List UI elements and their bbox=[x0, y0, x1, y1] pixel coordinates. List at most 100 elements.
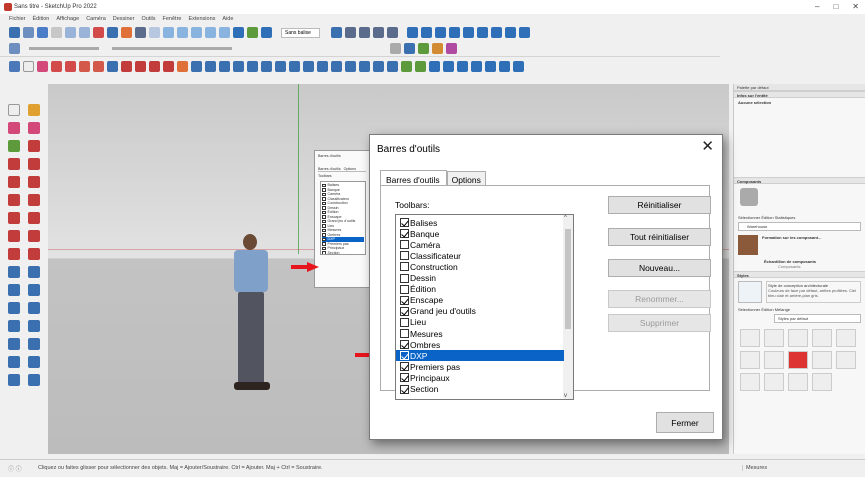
warehouse-icon[interactable] bbox=[344, 27, 356, 38]
reset-all-button[interactable]: Tout réinitialiser bbox=[608, 228, 711, 246]
minimize-button[interactable]: – bbox=[815, 2, 819, 11]
section-tool-left-icon[interactable] bbox=[8, 374, 20, 386]
scale-figure[interactable] bbox=[228, 234, 276, 394]
toolbar-item[interactable]: Principaux bbox=[400, 372, 450, 383]
shadow-date-slider[interactable] bbox=[112, 47, 232, 50]
menu-edition[interactable]: Édition bbox=[33, 16, 50, 22]
zoom-tool-left-icon[interactable] bbox=[8, 338, 20, 350]
xray-icon[interactable] bbox=[233, 27, 244, 38]
3dtext-tool-icon[interactable] bbox=[28, 302, 40, 314]
menu-aide[interactable]: Aide bbox=[222, 16, 233, 22]
select-tool-icon[interactable] bbox=[8, 104, 20, 116]
styles-tabs[interactable]: Sélectionner Édition Mélange bbox=[734, 306, 865, 313]
monochrome-icon[interactable] bbox=[261, 27, 272, 38]
arc-icon[interactable] bbox=[79, 61, 90, 72]
menu-fichier[interactable]: Fichier bbox=[9, 16, 26, 22]
front-view-icon[interactable] bbox=[191, 27, 202, 38]
rectangle-icon[interactable] bbox=[93, 61, 104, 72]
sandbox-icon[interactable] bbox=[462, 27, 474, 38]
components-search[interactable]: Warehouse bbox=[738, 222, 861, 231]
redo-icon[interactable] bbox=[121, 27, 132, 38]
house-icon[interactable] bbox=[386, 27, 398, 38]
tape-measure-icon[interactable] bbox=[191, 61, 202, 72]
zoom-icon[interactable] bbox=[9, 61, 20, 72]
component-item[interactable]: Formation sur les composant... bbox=[734, 232, 865, 258]
enscape-video-icon[interactable] bbox=[443, 61, 454, 72]
style-swatch[interactable] bbox=[740, 329, 760, 347]
cut-icon[interactable] bbox=[51, 27, 62, 38]
enscape-export-icon[interactable] bbox=[471, 61, 482, 72]
help-icon[interactable]: ⓘ ⓘ bbox=[8, 464, 22, 473]
pushpull-tool-icon[interactable] bbox=[28, 212, 40, 224]
protractor-icon[interactable] bbox=[219, 61, 230, 72]
enscape-sync-icon[interactable] bbox=[432, 43, 443, 54]
toolbar-item[interactable]: Classificateur bbox=[400, 250, 461, 261]
orbit-tool-left-icon[interactable] bbox=[8, 320, 20, 332]
toolbar-item[interactable]: Dessin bbox=[400, 273, 436, 284]
circle-tool-icon[interactable] bbox=[8, 176, 20, 188]
eraser-icon[interactable] bbox=[37, 61, 48, 72]
style-swatch[interactable] bbox=[836, 329, 856, 347]
rotated-rect-tool-icon[interactable] bbox=[28, 158, 40, 170]
new-file-icon[interactable] bbox=[23, 27, 34, 38]
toolbar-item-checkbox[interactable] bbox=[400, 317, 409, 327]
enscape-live-icon[interactable] bbox=[415, 61, 426, 72]
style-swatch[interactable] bbox=[788, 351, 808, 369]
copy-icon[interactable] bbox=[65, 27, 76, 38]
select-icon[interactable] bbox=[23, 61, 34, 72]
text-icon[interactable] bbox=[233, 61, 244, 72]
pie-tool-icon[interactable] bbox=[28, 194, 40, 206]
scale-icon[interactable] bbox=[149, 61, 160, 72]
components-tabs[interactable]: Sélectionner Édition Statistiques bbox=[734, 214, 865, 221]
new-toolbar-button[interactable]: Nouveau... bbox=[608, 259, 711, 277]
walk-icon[interactable] bbox=[373, 61, 384, 72]
entity-info-header[interactable]: Infos sur l'entité bbox=[734, 91, 865, 98]
toolbar-item-checkbox[interactable] bbox=[400, 351, 409, 361]
enscape-assets-icon[interactable] bbox=[499, 61, 510, 72]
toolbar-item[interactable]: Banque bbox=[400, 228, 439, 239]
extension-warehouse-icon[interactable] bbox=[358, 27, 370, 38]
dimension-tool-icon[interactable] bbox=[28, 266, 40, 278]
toolbar-item[interactable]: Caméra bbox=[400, 239, 440, 250]
style-swatch[interactable] bbox=[812, 351, 832, 369]
line-icon[interactable] bbox=[51, 61, 62, 72]
rect-tool-icon[interactable] bbox=[8, 158, 20, 170]
zoomwin-tool-left-icon[interactable] bbox=[28, 338, 40, 350]
previous-view-icon[interactable] bbox=[345, 61, 356, 72]
top-view-icon[interactable] bbox=[177, 27, 188, 38]
toolbar-item[interactable]: Grand jeu d'outils bbox=[400, 306, 476, 317]
solid-split-icon[interactable] bbox=[448, 27, 460, 38]
enscape-panorama-icon[interactable] bbox=[457, 61, 468, 72]
followme-tool-icon[interactable] bbox=[28, 230, 40, 242]
right-view-icon[interactable] bbox=[205, 27, 216, 38]
toolbar-item-checkbox[interactable] bbox=[400, 373, 409, 383]
paste-icon[interactable] bbox=[79, 27, 90, 38]
delete-button[interactable]: Supprimer bbox=[608, 314, 711, 332]
arc-tool-icon[interactable] bbox=[8, 194, 20, 206]
offset-tool-icon[interactable] bbox=[28, 248, 40, 260]
styles-dropdown[interactable]: Styles par défaut bbox=[774, 314, 861, 323]
layers-icon[interactable] bbox=[330, 27, 342, 38]
menu-outils[interactable]: Outils bbox=[141, 16, 155, 22]
enscape-views-icon[interactable] bbox=[513, 61, 524, 72]
enscape-start-icon[interactable] bbox=[401, 61, 412, 72]
dialog-close-button[interactable]: ✕ bbox=[701, 139, 714, 154]
style-swatch[interactable] bbox=[836, 351, 856, 369]
style-swatch[interactable] bbox=[788, 329, 808, 347]
save-icon[interactable] bbox=[37, 27, 48, 38]
axes-icon[interactable] bbox=[247, 61, 258, 72]
toolbar-item[interactable]: Ombres bbox=[400, 339, 440, 350]
push-pull-icon[interactable] bbox=[107, 61, 118, 72]
section-display-left-icon[interactable] bbox=[28, 374, 40, 386]
show-tags-icon[interactable] bbox=[404, 43, 415, 54]
dimension-icon[interactable] bbox=[205, 61, 216, 72]
enscape-render-icon[interactable] bbox=[429, 61, 440, 72]
rotate-tool-icon[interactable] bbox=[8, 230, 20, 242]
toolbar-item[interactable]: Premiers pas bbox=[400, 361, 460, 372]
freehand-tool-icon[interactable] bbox=[28, 140, 40, 152]
toolbar-item[interactable]: Construction bbox=[400, 261, 458, 272]
toolbar-item-checkbox[interactable] bbox=[400, 362, 409, 372]
style-swatch[interactable] bbox=[764, 351, 784, 369]
tape-tool-icon[interactable] bbox=[8, 266, 20, 278]
text-tool-icon[interactable] bbox=[28, 284, 40, 296]
